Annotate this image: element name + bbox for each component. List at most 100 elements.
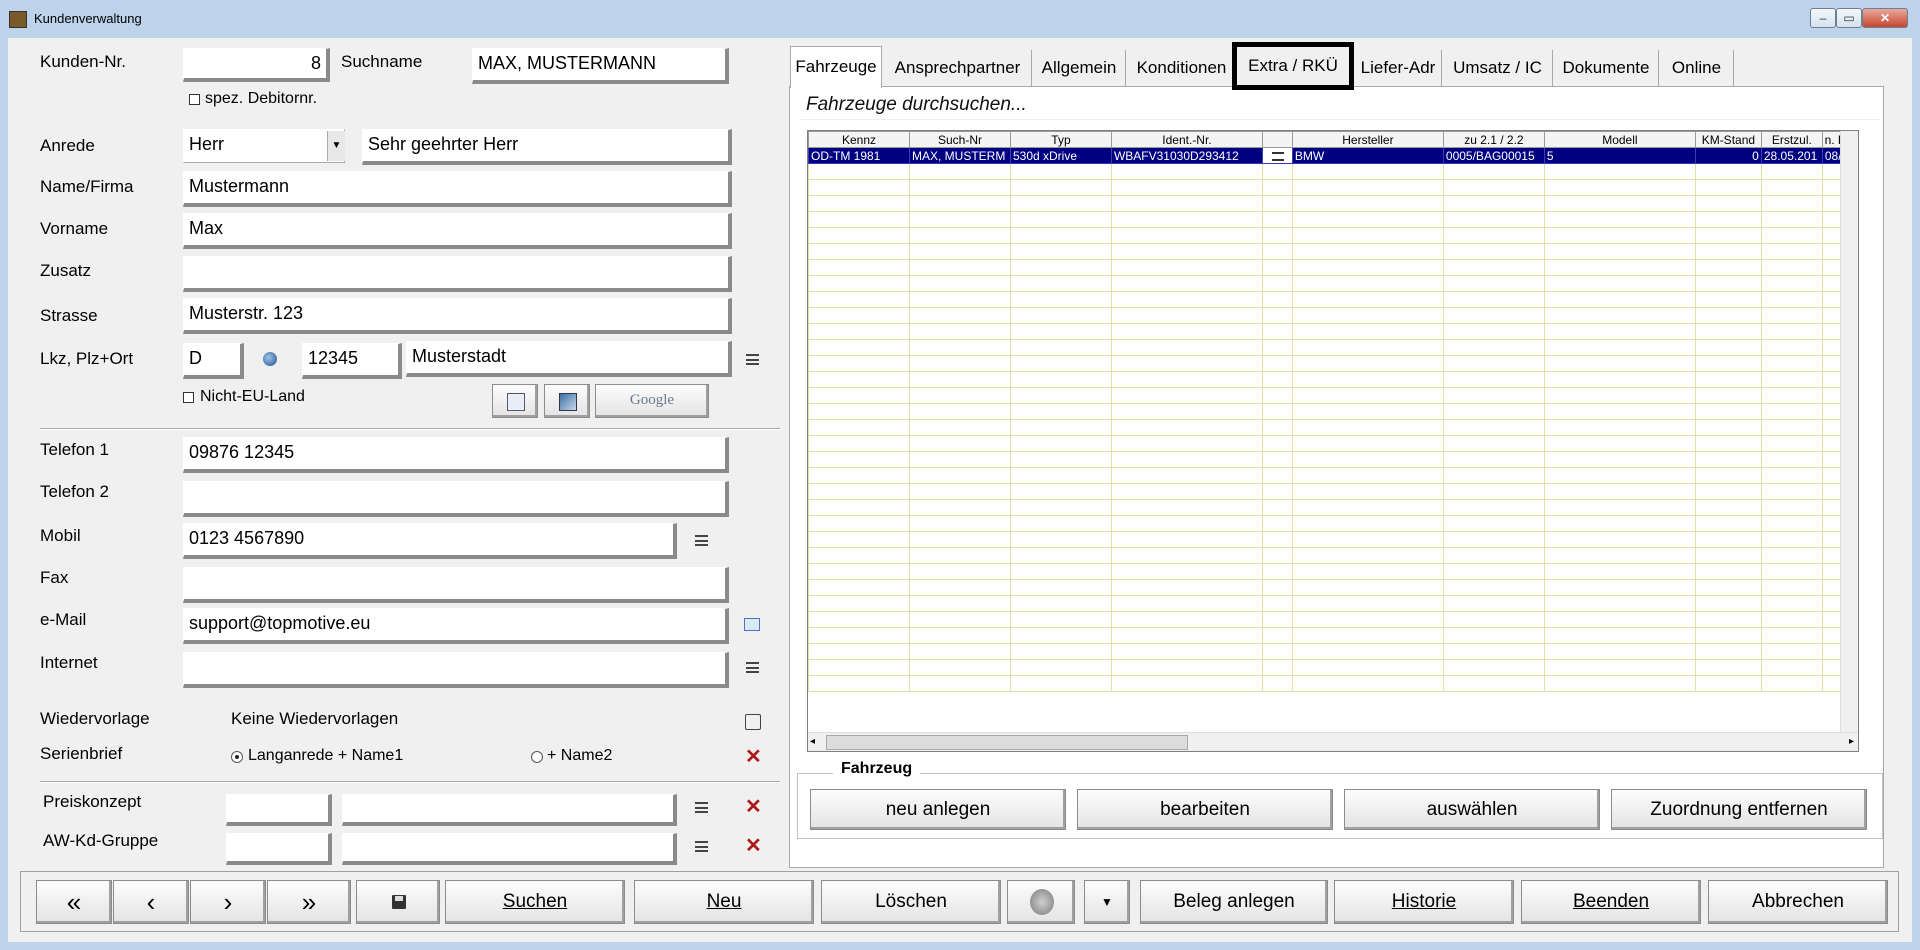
lkz-field[interactable]: D: [183, 343, 244, 379]
table-row[interactable]: OD-TM 1981 MAX, MUSTERM 530d xDrive WBAF…: [808, 147, 1858, 164]
map-button[interactable]: [544, 384, 590, 418]
tab-dokumente[interactable]: Dokumente: [1554, 50, 1659, 86]
vehicle-search-input[interactable]: Fahrzeuge durchsuchen...: [801, 90, 1881, 120]
table-row[interactable]: [808, 355, 1858, 372]
telefon2-field[interactable]: [183, 481, 729, 517]
table-row[interactable]: [808, 611, 1858, 628]
dropdown-button[interactable]: ▼: [1084, 880, 1130, 924]
globe-icon[interactable]: [263, 352, 277, 366]
table-row[interactable]: [808, 259, 1858, 276]
kunden-nr-field[interactable]: 8: [183, 48, 330, 82]
ort-field[interactable]: Musterstadt: [406, 341, 732, 377]
table-row[interactable]: [808, 547, 1858, 564]
google-button[interactable]: Google: [595, 384, 709, 418]
spez-debitor-checkbox[interactable]: [189, 94, 200, 105]
word-doc-button[interactable]: [492, 384, 538, 418]
table-row[interactable]: [808, 275, 1858, 292]
exit-button[interactable]: Beenden: [1521, 880, 1701, 924]
tab-fahrzeuge[interactable]: Fahrzeuge: [790, 46, 882, 88]
table-row[interactable]: [808, 483, 1858, 500]
telefon1-field[interactable]: 09876 12345: [183, 437, 729, 473]
table-row[interactable]: [808, 243, 1858, 260]
tab-liefer-adr[interactable]: Liefer-Adr: [1355, 50, 1442, 86]
next-record-button[interactable]: ›: [190, 880, 266, 924]
list-icon[interactable]: [1271, 151, 1284, 161]
suchname-field[interactable]: MAX, MUSTERMANN: [472, 48, 729, 84]
table-row[interactable]: [808, 371, 1858, 388]
table-row[interactable]: [808, 563, 1858, 580]
list-icon[interactable]: [695, 535, 708, 546]
preiskonzept-code-field[interactable]: [226, 794, 332, 826]
vorname-field[interactable]: Max: [183, 213, 732, 249]
preiskonzept-name-field[interactable]: [342, 794, 677, 826]
col-such-nr[interactable]: Such-Nr: [908, 131, 1011, 148]
scroll-left-icon[interactable]: ◂: [810, 736, 815, 747]
col-kennz[interactable]: Kennz: [808, 131, 910, 148]
maximize-button[interactable]: ▭: [1836, 8, 1862, 28]
strasse-field[interactable]: Musterstr. 123: [183, 298, 732, 334]
col-km-stand[interactable]: KM-Stand: [1694, 131, 1762, 148]
new-button[interactable]: Neu: [634, 880, 814, 924]
table-row[interactable]: [808, 531, 1858, 548]
select-vehicle-button[interactable]: auswählen: [1344, 789, 1600, 830]
col-ident-nr[interactable]: Ident.-Nr.: [1110, 131, 1263, 148]
cell-detail[interactable]: [1261, 147, 1293, 164]
plz-field[interactable]: 12345: [302, 343, 402, 379]
horizontal-scrollbar[interactable]: ◂ ▸: [808, 732, 1858, 751]
table-row[interactable]: [808, 211, 1858, 228]
internet-field[interactable]: [183, 652, 729, 688]
col-modell[interactable]: Modell: [1543, 131, 1696, 148]
awkd-code-field[interactable]: [226, 833, 332, 865]
tab-konditionen[interactable]: Konditionen: [1127, 50, 1237, 86]
list-icon[interactable]: [746, 354, 759, 365]
search-button[interactable]: Suchen: [445, 880, 625, 924]
table-row[interactable]: [808, 419, 1858, 436]
assistant-button[interactable]: [1007, 880, 1075, 924]
clear-icon[interactable]: ✕: [745, 797, 762, 817]
list-icon[interactable]: [695, 841, 708, 852]
name-field[interactable]: Mustermann: [183, 171, 732, 207]
table-row[interactable]: [808, 675, 1858, 692]
tab-online[interactable]: Online: [1660, 50, 1734, 86]
table-row[interactable]: [808, 595, 1858, 612]
first-record-button[interactable]: «: [36, 880, 112, 924]
table-row[interactable]: [808, 627, 1858, 644]
table-row[interactable]: [808, 195, 1858, 212]
table-row[interactable]: [808, 467, 1858, 484]
scroll-thumb[interactable]: [826, 735, 1188, 750]
mail-icon[interactable]: [744, 618, 760, 631]
table-row[interactable]: [808, 403, 1858, 420]
cancel-button[interactable]: Abbrechen: [1708, 880, 1888, 924]
table-row[interactable]: [808, 387, 1858, 404]
delete-button[interactable]: Löschen: [821, 880, 1001, 924]
table-row[interactable]: [808, 451, 1858, 468]
tab-ansprechpartner[interactable]: Ansprechpartner: [884, 50, 1032, 86]
table-row[interactable]: [808, 163, 1858, 180]
new-vehicle-button[interactable]: neu anlegen: [810, 789, 1066, 830]
vertical-scrollbar[interactable]: [1840, 131, 1858, 733]
fax-field[interactable]: [183, 567, 729, 603]
close-button[interactable]: ✕: [1862, 8, 1908, 28]
awkd-name-field[interactable]: [342, 833, 677, 865]
email-field[interactable]: support@topmotive.eu: [183, 608, 729, 644]
table-row[interactable]: [808, 291, 1858, 308]
col-hersteller[interactable]: Hersteller: [1291, 131, 1444, 148]
clear-icon[interactable]: ✕: [745, 836, 762, 856]
create-document-button[interactable]: Beleg anlegen: [1140, 880, 1328, 924]
nicht-eu-checkbox[interactable]: [183, 392, 194, 403]
clear-icon[interactable]: ✕: [745, 747, 762, 767]
serien-radio-2[interactable]: [531, 751, 543, 763]
list-icon[interactable]: [695, 802, 708, 813]
tab-umsatz-ic[interactable]: Umsatz / IC: [1443, 50, 1553, 86]
tab-extra-rku[interactable]: Extra / RKÜ: [1232, 42, 1354, 90]
table-row[interactable]: [808, 227, 1858, 244]
col-erstzul[interactable]: Erstzul.: [1760, 131, 1823, 148]
mobil-field[interactable]: 0123 4567890: [183, 523, 677, 559]
tab-allgemein[interactable]: Allgemein: [1033, 50, 1126, 86]
table-row[interactable]: [808, 499, 1858, 516]
history-button[interactable]: Historie: [1334, 880, 1514, 924]
last-record-button[interactable]: »: [267, 880, 351, 924]
scroll-right-icon[interactable]: ▸: [1849, 736, 1854, 747]
table-row[interactable]: [808, 659, 1858, 676]
table-row[interactable]: [808, 579, 1858, 596]
